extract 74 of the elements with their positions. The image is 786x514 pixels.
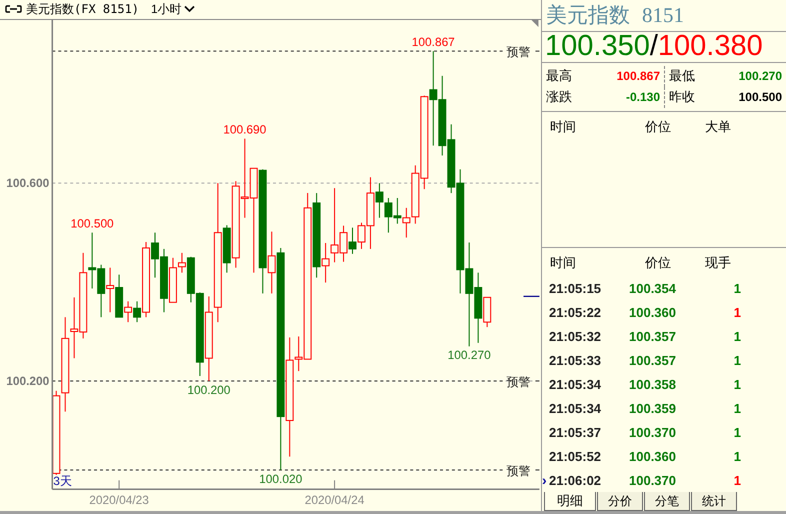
- tick-price: 100.370: [629, 424, 677, 440]
- candlestick: [97, 264, 106, 318]
- high-price-label: 100.500: [70, 216, 114, 231]
- alert-label: 预警: [506, 374, 531, 389]
- tick-price: 100.359: [629, 400, 677, 416]
- tick-time: 21:05:33: [549, 352, 602, 368]
- stat-value: -0.130: [626, 90, 660, 104]
- tab[interactable]: 统计: [691, 492, 737, 511]
- tick-price: 100.360: [629, 448, 677, 464]
- tick-volume: 1: [732, 328, 741, 344]
- price-separator: /: [650, 30, 658, 64]
- tick-volume: 1: [732, 304, 741, 320]
- tick-price: 100.370: [629, 472, 677, 488]
- tick-volume: 1: [732, 280, 741, 296]
- stat-value: 100.500: [738, 90, 782, 104]
- y-axis-label: 100.200: [6, 374, 50, 388]
- tick-time: 21:05:52: [549, 448, 602, 464]
- y-axis-label: 100.600: [6, 176, 50, 190]
- range-label: 3天: [53, 474, 72, 488]
- tick-price: 100.358: [629, 376, 677, 392]
- column-header: 时间: [550, 254, 577, 272]
- tab[interactable]: 分价: [597, 492, 643, 511]
- tick-volume: 1: [732, 400, 741, 416]
- column-header: 价位: [645, 254, 672, 272]
- tab[interactable]: 分笔: [644, 492, 690, 511]
- high-price-label: 100.690: [223, 122, 266, 137]
- column-header: 大单: [705, 118, 732, 136]
- tick-price: 100.360: [629, 304, 677, 320]
- x-axis-label: 2020/04/23: [89, 493, 149, 508]
- tick-time: 21:05:34: [549, 400, 602, 416]
- bid-price: 100.350: [545, 30, 650, 64]
- tick-time: 21:05:22: [549, 304, 602, 320]
- instrument-code: 8151: [642, 2, 684, 28]
- stat-label: 涨跌: [546, 88, 572, 106]
- tick-volume: 1: [732, 376, 741, 392]
- candlestick: [384, 197, 392, 233]
- stat-value: 100.270: [738, 69, 782, 84]
- high-price-label: 100.867: [412, 35, 455, 50]
- instrument-name: 美元指数: [546, 2, 630, 30]
- candlestick: [106, 267, 114, 313]
- candlestick: [393, 197, 402, 224]
- stat-label: 最高: [546, 67, 572, 86]
- tick-time: 21:05:15: [549, 280, 602, 296]
- link-icon[interactable]: [5, 5, 22, 14]
- x-axis-label: 2020/04/24: [304, 493, 364, 508]
- current-row-marker: ›: [542, 472, 547, 488]
- tick-volume: 1: [732, 448, 741, 464]
- column-header: 现手: [705, 254, 732, 272]
- alert-label: 预警: [506, 45, 531, 59]
- chevron-down-icon: [184, 5, 195, 14]
- tab[interactable]: 明细: [544, 492, 596, 511]
- stat-label: 昨收: [669, 88, 695, 106]
- column-header: 时间: [550, 118, 577, 136]
- low-price-label: 100.200: [187, 382, 230, 397]
- price-marker-line: [524, 296, 540, 297]
- low-price-label: 100.270: [448, 348, 491, 362]
- tick-time: 21:05:37: [549, 424, 602, 440]
- tick-time: 21:05:32: [549, 328, 602, 344]
- tick-price: 100.354: [629, 280, 677, 296]
- ask-price: 100.380: [658, 30, 763, 64]
- tick-volume: 1: [732, 424, 741, 440]
- tick-time: 21:06:02: [549, 472, 602, 488]
- tick-price: 100.357: [629, 352, 677, 368]
- low-price-label: 100.020: [259, 472, 302, 486]
- stat-label: 最低: [669, 67, 695, 86]
- tick-volume: 1: [732, 352, 741, 368]
- tick-time: 21:05:34: [549, 376, 602, 392]
- alert-label: 预警: [506, 464, 531, 478]
- tick-volume: 1: [732, 472, 741, 488]
- tick-price: 100.357: [629, 328, 677, 344]
- chart-title: 美元指数(FX 8151): [26, 0, 140, 18]
- column-header: 价位: [645, 118, 672, 136]
- stat-value: 100.867: [616, 69, 660, 84]
- period-dropdown[interactable]: 1小时: [143, 0, 195, 18]
